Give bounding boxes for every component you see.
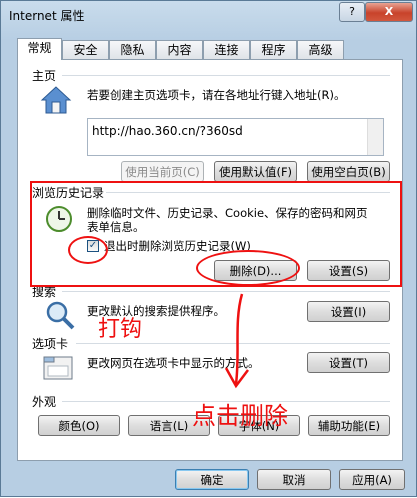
tabs-section-label: 选项卡 [30, 335, 71, 352]
search-settings-button[interactable]: 设置(I) [307, 301, 390, 322]
accessibility-button[interactable]: 辅助功能(E) [308, 415, 390, 436]
homepage-section-label: 主页 [30, 67, 59, 84]
use-blank-button[interactable]: 使用空白页(B) [307, 161, 390, 182]
url-scrollbar[interactable] [367, 119, 383, 155]
use-default-button[interactable]: 使用默认值(F) [214, 161, 297, 182]
tab-general[interactable]: 常规 [17, 38, 62, 60]
cancel-button[interactable]: 取消 [257, 469, 331, 490]
home-icon [40, 86, 72, 114]
colors-button[interactable]: 颜色(O) [38, 415, 120, 436]
close-button[interactable]: X [365, 2, 413, 22]
ok-button[interactable]: 确定 [175, 469, 249, 490]
tab-connections[interactable]: 连接 [203, 40, 250, 59]
tab-security[interactable]: 安全 [62, 40, 109, 59]
delete-highlight-ellipse [196, 250, 300, 286]
checkbox-highlight-circle [68, 236, 108, 264]
apply-button[interactable]: 应用(A) [339, 469, 405, 490]
use-current-page-button[interactable]: 使用当前页(C) [121, 161, 204, 182]
homepage-url-input[interactable]: http://hao.360.cn/?360sd [87, 118, 384, 156]
check-annotation: 打钩 [98, 317, 143, 342]
homepage-description: 若要创建主页选项卡，请在各地址行键入地址(R)。 [87, 88, 346, 102]
appearance-section-label: 外观 [30, 393, 59, 410]
title-bar: Internet 属性 ? X [1, 1, 416, 27]
tabs-settings-button[interactable]: 设置(T) [307, 352, 390, 373]
search-magnifier-icon [46, 301, 75, 330]
tab-programs[interactable]: 程序 [250, 40, 297, 59]
dialog-footer: 确定 取消 应用(A) [1, 461, 416, 498]
window-title: Internet 属性 [9, 9, 85, 23]
tab-privacy[interactable]: 隐私 [109, 40, 156, 59]
tab-advanced[interactable]: 高级 [297, 40, 344, 59]
down-arrow-icon [224, 293, 249, 389]
homepage-url-text: http://hao.360.cn/?360sd [92, 124, 243, 138]
tab-content[interactable]: 内容 [156, 40, 203, 59]
help-button[interactable]: ? [339, 2, 365, 22]
homepage-separator [62, 75, 390, 76]
click-delete-annotation: 点击删除 [192, 402, 288, 430]
tabs-window-icon [43, 356, 73, 380]
